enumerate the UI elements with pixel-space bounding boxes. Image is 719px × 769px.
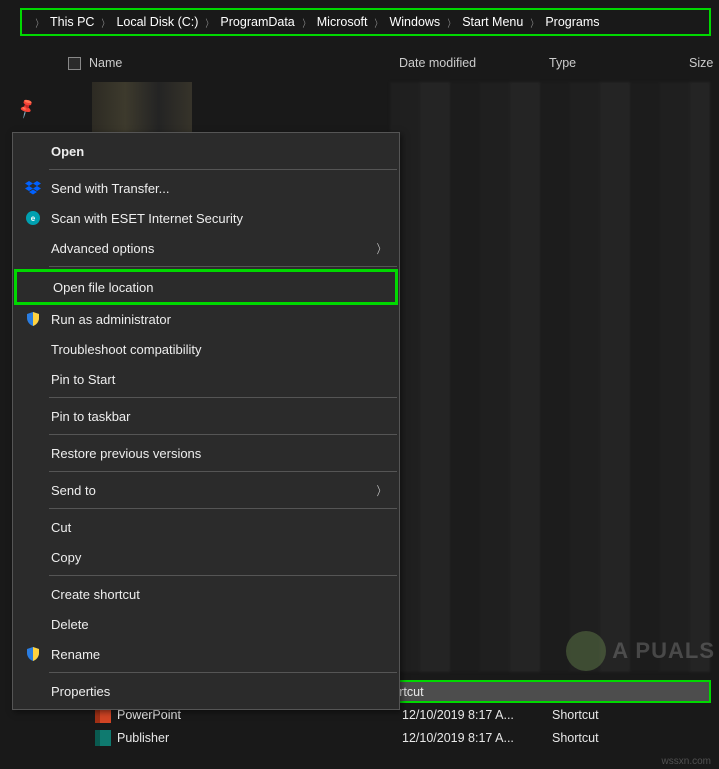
column-header-size[interactable]: Size [683,56,713,70]
breadcrumb[interactable]: 〉 This PC〉 Local Disk (C:)〉 ProgramData〉… [20,8,711,36]
ctx-properties[interactable]: Properties [15,676,397,706]
publisher-icon [95,730,111,746]
file-date: 12/10/2019 8:17 A... [402,731,552,745]
separator [49,672,397,673]
shield-icon [23,309,43,329]
ctx-run-admin[interactable]: Run as administrator [15,304,397,334]
ctx-pin-start[interactable]: Pin to Start [15,364,397,394]
ctx-rename[interactable]: Rename [15,639,397,669]
ctx-troubleshoot[interactable]: Troubleshoot compatibility [15,334,397,364]
breadcrumb-item[interactable]: This PC〉 [50,15,116,30]
separator [49,169,397,170]
chevron-right-icon: 〉 [36,15,43,30]
select-all-checkbox[interactable] [68,57,81,70]
file-type: Shortcut [377,685,709,699]
separator [49,575,397,576]
watermark: A PUALS [555,627,715,675]
ctx-advanced-options[interactable]: Advanced options〉 [15,233,397,263]
ctx-pin-taskbar[interactable]: Pin to taskbar [15,401,397,431]
separator [49,508,397,509]
file-type: Shortcut [552,731,711,745]
ctx-open[interactable]: Open [15,136,397,166]
dropbox-icon [23,178,43,198]
column-headers: Name Date modified Type Size [0,48,719,78]
chevron-right-icon: 〉 [377,240,385,257]
pin-icon[interactable]: 📌 [15,97,39,120]
breadcrumb-item[interactable]: Start Menu〉 [462,15,545,30]
ctx-cut[interactable]: Cut [15,512,397,542]
ctx-restore-prev[interactable]: Restore previous versions [15,438,397,468]
breadcrumb-item[interactable]: Local Disk (C:)〉 [116,15,220,30]
ctx-open-file-location[interactable]: Open file location [14,269,398,305]
watermark-url: wssxn.com [662,756,711,767]
watermark-face-icon [566,631,606,671]
svg-text:e: e [31,214,36,223]
file-date: 12/10/2019 8:17 A... [402,708,552,722]
breadcrumb-item[interactable]: Programs [545,15,599,29]
table-row-publisher[interactable]: Publisher 12/10/2019 8:17 A... Shortcut [60,726,711,749]
ctx-send-to[interactable]: Send to〉 [15,475,397,505]
separator [49,434,397,435]
ctx-copy[interactable]: Copy [15,542,397,572]
ctx-scan-eset[interactable]: e Scan with ESET Internet Security [15,203,397,233]
separator [49,397,397,398]
breadcrumb-item[interactable]: Windows〉 [389,15,462,30]
ctx-send-transfer[interactable]: Send with Transfer... [15,173,397,203]
obscured-content [390,82,710,672]
chevron-right-icon: 〉 [377,482,385,499]
file-type: Shortcut [552,708,711,722]
separator [49,266,397,267]
obscured-content [92,82,192,132]
breadcrumb-item[interactable]: ProgramData〉 [220,15,316,30]
ctx-create-shortcut[interactable]: Create shortcut [15,579,397,609]
eset-icon: e [23,208,43,228]
shield-icon [23,644,43,664]
context-menu: Open Send with Transfer... e Scan with E… [12,132,400,710]
column-header-type[interactable]: Type [543,56,576,70]
column-header-name[interactable]: Name [89,56,122,70]
separator [49,471,397,472]
column-header-date[interactable]: Date modified [393,56,476,70]
breadcrumb-item[interactable]: Microsoft〉 [317,15,390,30]
file-name: Publisher [117,731,402,745]
ctx-delete[interactable]: Delete [15,609,397,639]
